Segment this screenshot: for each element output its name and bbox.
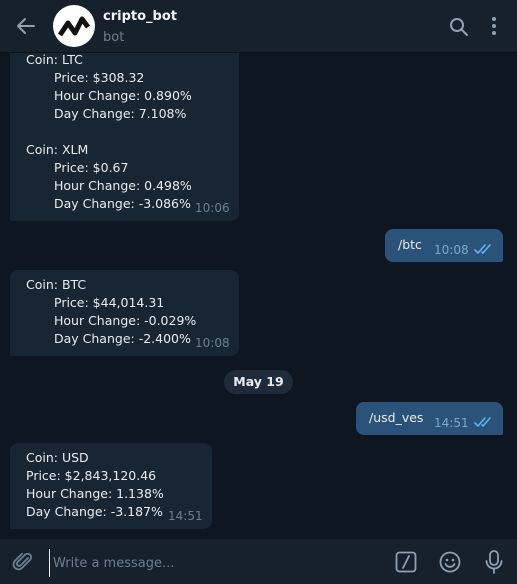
outgoing-message[interactable]: /btc 10:08 xyxy=(385,229,503,262)
message-line: Coin: XLM xyxy=(26,142,89,157)
chart-logo-icon xyxy=(57,16,90,37)
message-line: Coin: USD xyxy=(26,450,89,465)
message-text: /usd_ves xyxy=(369,410,424,425)
message-composer xyxy=(0,539,517,584)
microphone-icon[interactable] xyxy=(482,549,506,575)
incoming-message[interactable]: Coin: LTC Price: $308.32 Hour Change: 0.… xyxy=(10,53,239,221)
search-icon[interactable] xyxy=(448,16,470,38)
bot-commands-icon[interactable] xyxy=(394,550,418,574)
message-line: Hour Change: 0.890% xyxy=(54,88,192,103)
message-line: Coin: BTC xyxy=(26,277,87,292)
read-checkmarks-icon xyxy=(474,244,491,254)
message-time: 14:51 xyxy=(168,509,203,523)
message-line: Price: $308.32 xyxy=(54,70,145,85)
incoming-message[interactable]: Coin: BTC Price: $44,014.31 Hour Change:… xyxy=(10,270,239,356)
message-line: Day Change: -3.187% xyxy=(26,504,163,519)
message-line: Hour Change: -0.029% xyxy=(54,313,197,328)
message-list[interactable]: Coin: LTC Price: $308.32 Hour Change: 0.… xyxy=(0,53,517,539)
message-line: Day Change: -3.086% xyxy=(54,196,191,211)
incoming-message[interactable]: Coin: USD Price: $2,843,120.46 Hour Chan… xyxy=(10,443,212,529)
read-checkmarks-icon xyxy=(474,417,491,427)
chat-subtitle: bot xyxy=(103,30,125,45)
message-time: 14:51 xyxy=(434,416,469,430)
message-line: Coin: LTC xyxy=(26,53,83,67)
message-text: /btc xyxy=(398,237,422,252)
chat-title[interactable]: cripto_bot xyxy=(103,9,177,24)
message-line: Price: $2,843,120.46 xyxy=(26,468,157,483)
date-separator: May 19 xyxy=(224,370,293,394)
message-time: 10:06 xyxy=(195,201,230,215)
chat-header: cripto_bot bot xyxy=(0,0,517,53)
message-time: 10:08 xyxy=(195,336,230,350)
message-line: Hour Change: 1.138% xyxy=(26,486,164,501)
message-line: Day Change: 7.108% xyxy=(54,106,187,121)
back-arrow-icon[interactable] xyxy=(14,14,38,38)
paperclip-icon[interactable] xyxy=(11,550,35,574)
message-input[interactable] xyxy=(49,549,375,577)
message-line: Hour Change: 0.498% xyxy=(54,178,192,193)
more-options-icon[interactable] xyxy=(484,14,504,38)
message-time: 10:08 xyxy=(434,243,469,257)
message-line: Price: $0.67 xyxy=(54,160,129,175)
emoji-icon[interactable] xyxy=(438,550,462,574)
outgoing-message[interactable]: /usd_ves 14:51 xyxy=(356,402,503,435)
message-line: Day Change: -2.400% xyxy=(54,331,191,346)
avatar[interactable] xyxy=(53,5,95,47)
message-line: Price: $44,014.31 xyxy=(54,295,165,310)
